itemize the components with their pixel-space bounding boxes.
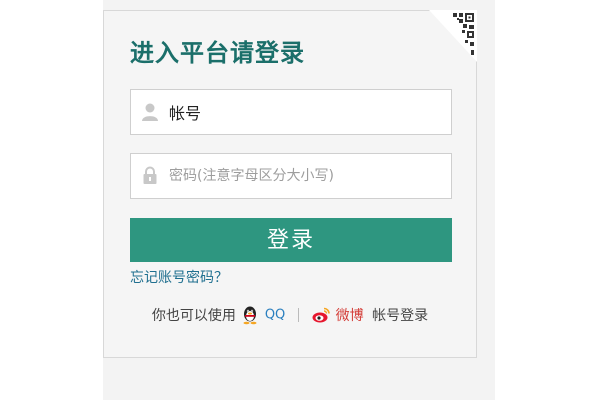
- account-login-text: 帐号登录: [372, 308, 429, 324]
- divider: [297, 308, 299, 322]
- forgot-password-link[interactable]: 忘记账号密码？: [130, 267, 228, 287]
- qq-login-link[interactable]: QQ: [265, 308, 285, 323]
- lock-icon: [143, 166, 157, 184]
- qr-code-icon[interactable]: [429, 10, 477, 62]
- weibo-login-link[interactable]: 微博: [336, 308, 364, 324]
- username-field[interactable]: [130, 89, 452, 135]
- social-prefix: 你也可以使用: [151, 308, 236, 324]
- login-button[interactable]: 登录: [130, 218, 452, 262]
- page-title: 进入平台请登录: [130, 39, 305, 67]
- social-login-row: 你也可以使用 QQ 微博 帐号登录: [104, 305, 476, 325]
- username-input[interactable]: [169, 90, 439, 134]
- password-field[interactable]: [130, 153, 452, 199]
- password-input[interactable]: [169, 154, 439, 198]
- user-icon: [142, 103, 158, 121]
- qq-penguin-icon[interactable]: [240, 305, 260, 325]
- weibo-icon[interactable]: [311, 305, 331, 325]
- login-panel: 进入平台请登录 登录 忘记账号密码？ 你也可以使用 QQ: [103, 10, 477, 358]
